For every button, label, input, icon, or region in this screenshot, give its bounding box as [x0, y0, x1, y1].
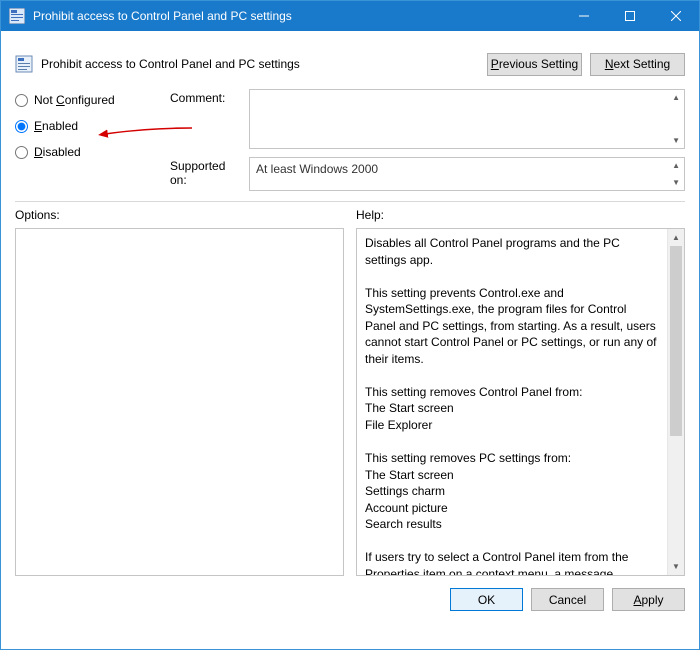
- help-label: Help:: [356, 208, 685, 222]
- apply-button[interactable]: Apply: [612, 588, 685, 611]
- ok-button[interactable]: OK: [450, 588, 523, 611]
- app-icon: [9, 8, 25, 24]
- divider: [15, 201, 685, 202]
- page-title: Prohibit access to Control Panel and PC …: [41, 57, 479, 71]
- radio-enabled[interactable]: Enabled: [15, 119, 170, 133]
- comment-input[interactable]: ▲ ▼: [249, 89, 685, 149]
- scroll-thumb[interactable]: [670, 246, 682, 436]
- close-button[interactable]: [653, 1, 699, 31]
- supported-on-label: Supported on:: [170, 157, 245, 187]
- options-label: Options:: [15, 208, 344, 222]
- spin-down-icon[interactable]: ▼: [672, 178, 680, 187]
- next-setting-button[interactable]: Next Setting: [590, 53, 685, 76]
- scroll-down-icon[interactable]: ▼: [668, 558, 684, 575]
- help-text: Disables all Control Panel programs and …: [357, 229, 667, 575]
- maximize-button[interactable]: [607, 1, 653, 31]
- supported-on-value: At least Windows 2000 ▲ ▼: [249, 157, 685, 191]
- titlebar[interactable]: Prohibit access to Control Panel and PC …: [1, 1, 699, 31]
- policy-icon: [15, 55, 33, 73]
- help-box: Disables all Control Panel programs and …: [356, 228, 685, 576]
- previous-setting-button[interactable]: Previous Setting: [487, 53, 582, 76]
- spin-up-icon[interactable]: ▲: [672, 161, 680, 170]
- radio-disabled[interactable]: Disabled: [15, 145, 170, 159]
- spin-up-icon[interactable]: ▲: [672, 93, 680, 102]
- cancel-button[interactable]: Cancel: [531, 588, 604, 611]
- comment-label: Comment:: [170, 89, 245, 105]
- options-box: [15, 228, 344, 576]
- radio-not-configured[interactable]: Not Configured: [15, 93, 170, 107]
- spin-down-icon[interactable]: ▼: [672, 136, 680, 145]
- window-title: Prohibit access to Control Panel and PC …: [33, 9, 561, 23]
- minimize-button[interactable]: [561, 1, 607, 31]
- scroll-up-icon[interactable]: ▲: [668, 229, 684, 246]
- scrollbar[interactable]: ▲ ▼: [667, 229, 684, 575]
